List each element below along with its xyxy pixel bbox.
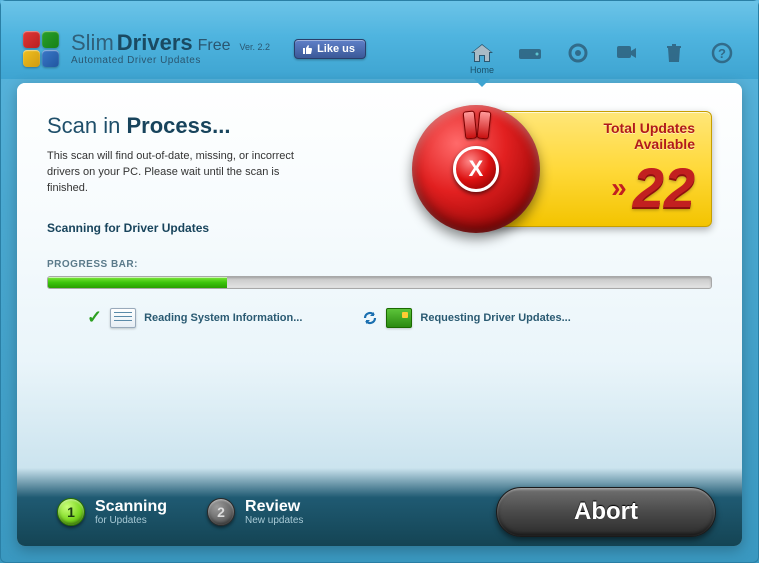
refresh-icon — [362, 310, 378, 326]
restore-icon — [612, 41, 640, 65]
check-icon: ✓ — [87, 307, 102, 328]
task-system-info: ✓ Reading System Information... — [87, 307, 302, 328]
scan-title: Scan in Process... — [47, 113, 307, 139]
task-driver-updates: Requesting Driver Updates... — [362, 307, 570, 328]
hardware-card-icon — [386, 308, 412, 328]
scan-info: Scan in Process... This scan will find o… — [47, 105, 307, 235]
brand-version: Ver. 2.2 — [240, 43, 271, 52]
updates-count: 22 — [633, 160, 695, 216]
nav-home-label: Home — [470, 65, 494, 77]
progress-fill — [48, 277, 227, 288]
app-logo-icon — [21, 29, 61, 69]
progress-bar — [47, 276, 712, 289]
error-x-icon: X — [453, 146, 499, 192]
trash-icon — [660, 41, 688, 65]
abort-button[interactable]: Abort — [496, 487, 716, 537]
step-review: 2 Review New updates — [207, 498, 303, 527]
step-2-title: Review — [245, 498, 303, 516]
nav-help[interactable]: ? — [708, 41, 736, 79]
list-icon — [110, 308, 136, 328]
brand-drivers: Drivers — [117, 32, 193, 54]
nav-home[interactable]: Home — [468, 41, 496, 79]
scan-description: This scan will find out-of-date, missing… — [47, 149, 307, 197]
scan-status: Scanning for Driver Updates — [47, 221, 307, 235]
abort-label: Abort — [574, 498, 638, 526]
top-nav: Home ? — [468, 41, 736, 79]
step-scanning: 1 Scanning for Updates — [57, 498, 167, 527]
nav-uninstall[interactable] — [660, 41, 688, 79]
gear-icon — [564, 41, 592, 65]
header: SlimDrivers Free Ver. 2.2 Automated Drive… — [1, 1, 758, 79]
like-us-button[interactable]: Like us — [294, 39, 366, 59]
progress-section: PROGRESS BAR: ✓ Reading System Informati… — [47, 259, 712, 328]
step-1-sub: for Updates — [95, 515, 167, 526]
updates-title: Total Updates Available — [553, 120, 695, 152]
like-us-label: Like us — [317, 43, 355, 55]
task-a-label: Reading System Information... — [144, 312, 302, 324]
brand-text: SlimDrivers Free Ver. 2.2 Automated Drive… — [71, 32, 270, 66]
alert-orb-icon: X — [412, 105, 540, 233]
step-1-title: Scanning — [95, 498, 167, 516]
steps-bar: 1 Scanning for Updates 2 Review New upda… — [17, 468, 742, 546]
svg-text:?: ? — [718, 46, 726, 61]
brand-slim: Slim — [71, 32, 114, 54]
step-2-badge: 2 — [207, 498, 235, 526]
nav-settings[interactable] — [564, 41, 592, 79]
thumbs-up-icon — [301, 43, 313, 55]
step-2-sub: New updates — [245, 515, 303, 526]
brand-free: Free — [198, 38, 231, 54]
nav-restore[interactable] — [612, 41, 640, 79]
task-b-label: Requesting Driver Updates... — [420, 312, 570, 324]
brand-subtitle: Automated Driver Updates — [71, 56, 270, 66]
home-icon — [468, 41, 496, 65]
nav-backup[interactable] — [516, 41, 544, 79]
main-card: Scan in Process... This scan will find o… — [17, 83, 742, 546]
progress-label: PROGRESS BAR: — [47, 259, 712, 270]
drive-icon — [516, 41, 544, 65]
updates-available-box: Total Updates Available » 22 X — [412, 105, 712, 235]
chevron-right-icon: » — [611, 172, 627, 204]
help-icon: ? — [708, 41, 736, 65]
step-1-badge: 1 — [57, 498, 85, 526]
